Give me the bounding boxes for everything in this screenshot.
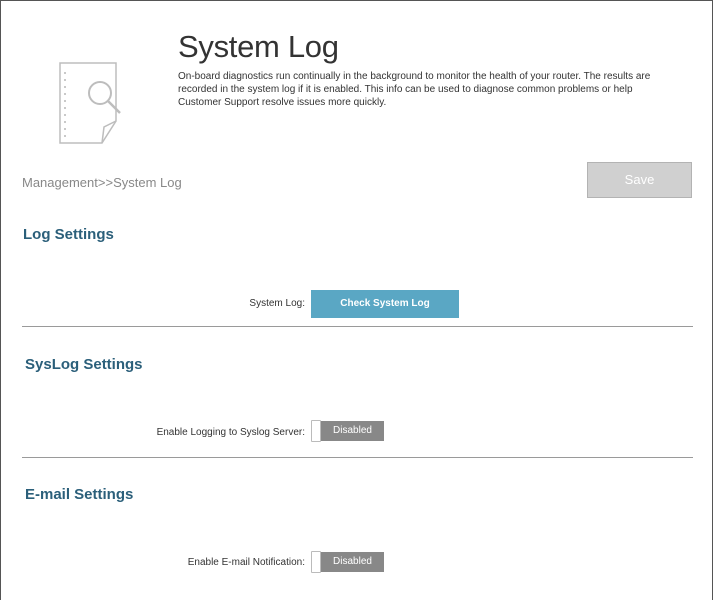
page-description: On-board diagnostics run continually in … bbox=[178, 71, 651, 108]
document-search-icon bbox=[52, 55, 138, 151]
toggle-state: Disabled bbox=[321, 552, 384, 572]
syslog-enable-label: Enable Logging to Syslog Server: bbox=[156, 427, 305, 438]
toggle-state: Disabled bbox=[321, 421, 384, 441]
toggle-knob[interactable] bbox=[311, 551, 321, 573]
email-settings-title: E-mail Settings bbox=[25, 486, 134, 503]
page-title: System Log bbox=[178, 29, 339, 64]
syslog-settings-title: SysLog Settings bbox=[25, 356, 143, 373]
log-settings-title: Log Settings bbox=[23, 226, 114, 243]
save-button[interactable]: Save bbox=[587, 162, 692, 198]
email-enable-label: Enable E-mail Notification: bbox=[187, 557, 305, 568]
section-divider bbox=[22, 457, 693, 458]
toggle-knob[interactable] bbox=[311, 420, 321, 442]
check-system-log-button[interactable]: Check System Log bbox=[311, 290, 459, 318]
section-divider bbox=[22, 326, 693, 327]
email-enable-toggle[interactable]: Disabled bbox=[311, 551, 384, 573]
system-log-label: System Log: bbox=[249, 298, 305, 309]
syslog-enable-toggle[interactable]: Disabled bbox=[311, 420, 384, 442]
breadcrumb[interactable]: Management>>System Log bbox=[22, 175, 182, 190]
